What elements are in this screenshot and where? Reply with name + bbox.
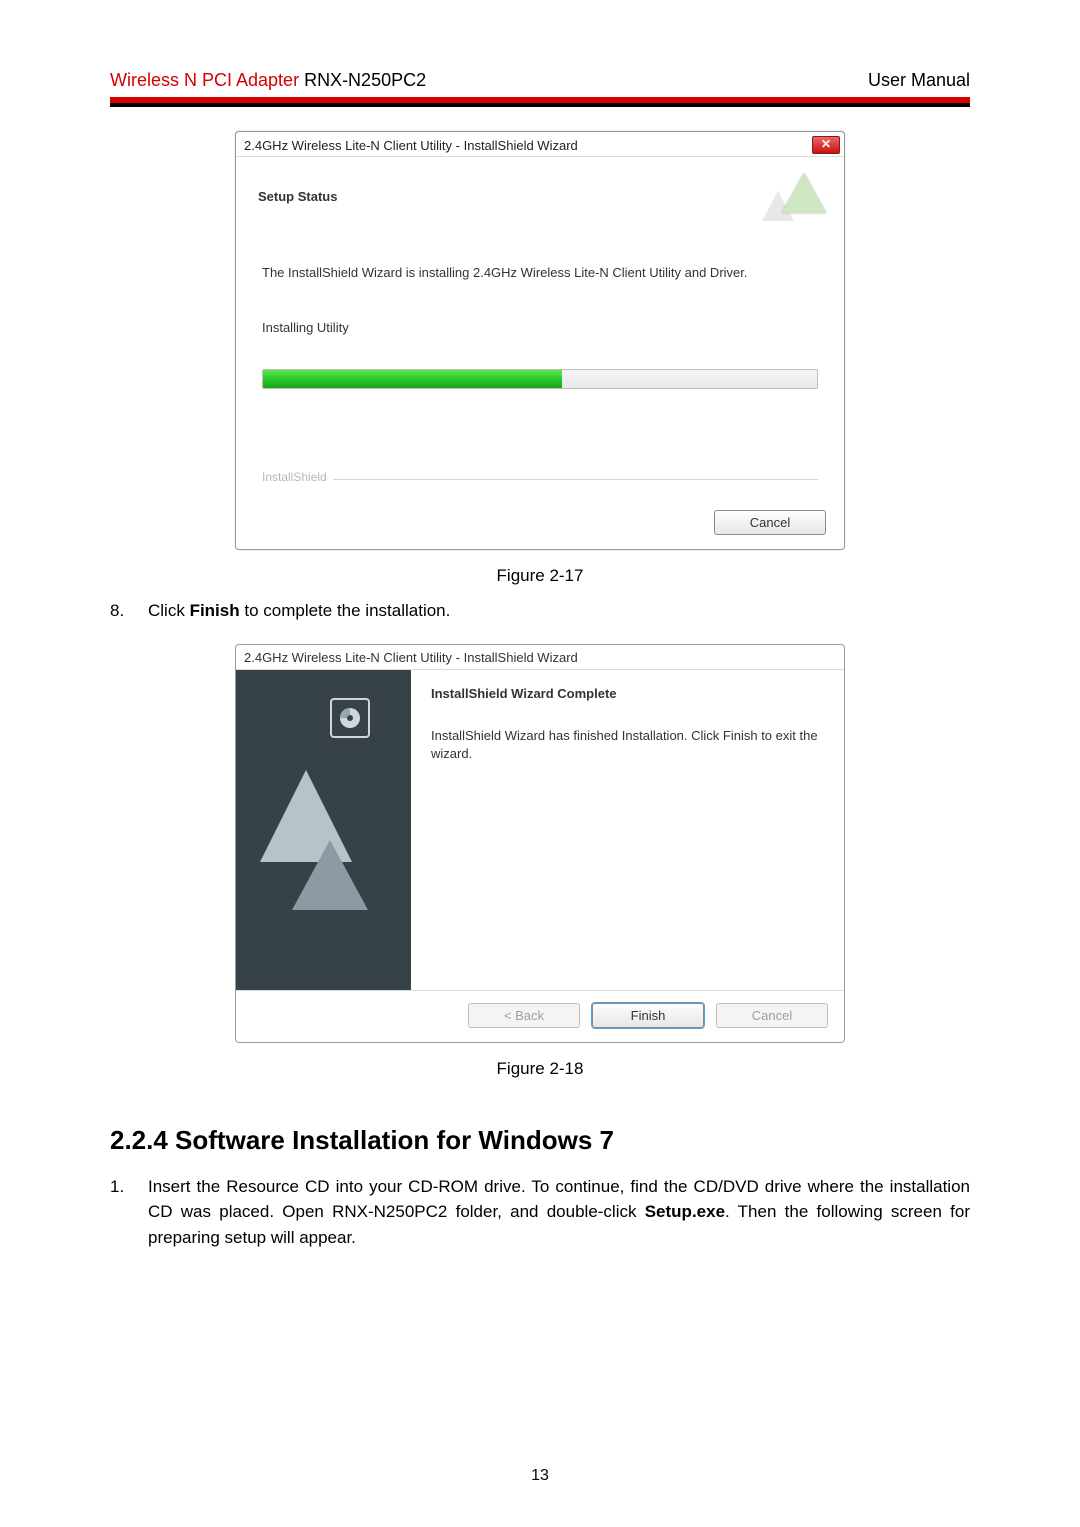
complete-heading: InstallShield Wizard Complete [431, 686, 824, 701]
document-page: Wireless N PCI Adapter RNX-N250PC2 User … [0, 0, 1080, 1527]
install-progress-dialog: 2.4GHz Wireless Lite-N Client Utility - … [235, 131, 845, 550]
dialog-main: InstallShield Wizard Complete InstallShi… [411, 670, 844, 990]
model-number: RNX-N250PC2 [299, 70, 426, 90]
triangle-icon [292, 840, 368, 910]
cd-icon [330, 698, 370, 738]
dialog-footer: Cancel [236, 494, 844, 549]
step-1: 1. Insert the Resource CD into your CD-R… [110, 1174, 970, 1251]
triangle-icon [782, 173, 826, 213]
install-complete-dialog: 2.4GHz Wireless Lite-N Client Utility - … [235, 644, 845, 1043]
step-number: 1. [110, 1174, 148, 1251]
step-number: 8. [110, 598, 148, 624]
complete-body: InstallShield Wizard has finished Instal… [431, 727, 824, 763]
step-text: Insert the Resource CD into your CD-ROM … [148, 1174, 970, 1251]
close-icon[interactable]: ✕ [812, 136, 840, 154]
page-header: Wireless N PCI Adapter RNX-N250PC2 User … [110, 70, 970, 91]
dialog-body: The InstallShield Wizard is installing 2… [236, 225, 844, 494]
step-text-pre: Click [148, 601, 190, 620]
finish-button[interactable]: Finish [592, 1003, 704, 1028]
dialog-footer: < Back Finish Cancel [236, 991, 844, 1042]
figure-caption: Figure 2-18 [110, 1059, 970, 1079]
header-rule [110, 97, 970, 107]
section-heading: 2.2.4 Software Installation for Windows … [110, 1125, 970, 1156]
step-text-bold: Finish [190, 601, 240, 620]
dialog-titlebar: 2.4GHz Wireless Lite-N Client Utility - … [236, 132, 844, 157]
product-name: Wireless N PCI Adapter [110, 70, 299, 90]
dialog-titlebar: 2.4GHz Wireless Lite-N Client Utility - … [236, 645, 844, 670]
header-left: Wireless N PCI Adapter RNX-N250PC2 [110, 70, 426, 91]
setup-status-label: Setup Status [258, 189, 337, 204]
header-right: User Manual [868, 70, 970, 91]
page-number: 13 [0, 1467, 1080, 1485]
progress-description: The InstallShield Wizard is installing 2… [262, 265, 818, 280]
dialog-body: InstallShield Wizard Complete InstallShi… [236, 670, 844, 990]
step-8: 8. Click Finish to complete the installa… [110, 598, 970, 624]
banner-graphic [742, 167, 834, 225]
disc-icon [338, 706, 362, 730]
progress-bar [262, 369, 818, 389]
dialog-side-panel [236, 670, 411, 990]
step-text-bold: Setup.exe [645, 1202, 725, 1221]
dialog-banner: Setup Status [236, 157, 844, 225]
dialog-title: 2.4GHz Wireless Lite-N Client Utility - … [244, 138, 578, 153]
installing-label: Installing Utility [262, 320, 818, 335]
cancel-button[interactable]: Cancel [714, 510, 826, 535]
progress-fill [263, 370, 562, 388]
step-text-post: to complete the installation. [240, 601, 451, 620]
back-button[interactable]: < Back [468, 1003, 580, 1028]
step-text: Click Finish to complete the installatio… [148, 598, 970, 624]
dialog-title: 2.4GHz Wireless Lite-N Client Utility - … [244, 650, 578, 665]
group-separator: InstallShield [262, 479, 818, 480]
installshield-label: InstallShield [262, 470, 333, 484]
figure-caption: Figure 2-17 [110, 566, 970, 586]
cancel-button[interactable]: Cancel [716, 1003, 828, 1028]
